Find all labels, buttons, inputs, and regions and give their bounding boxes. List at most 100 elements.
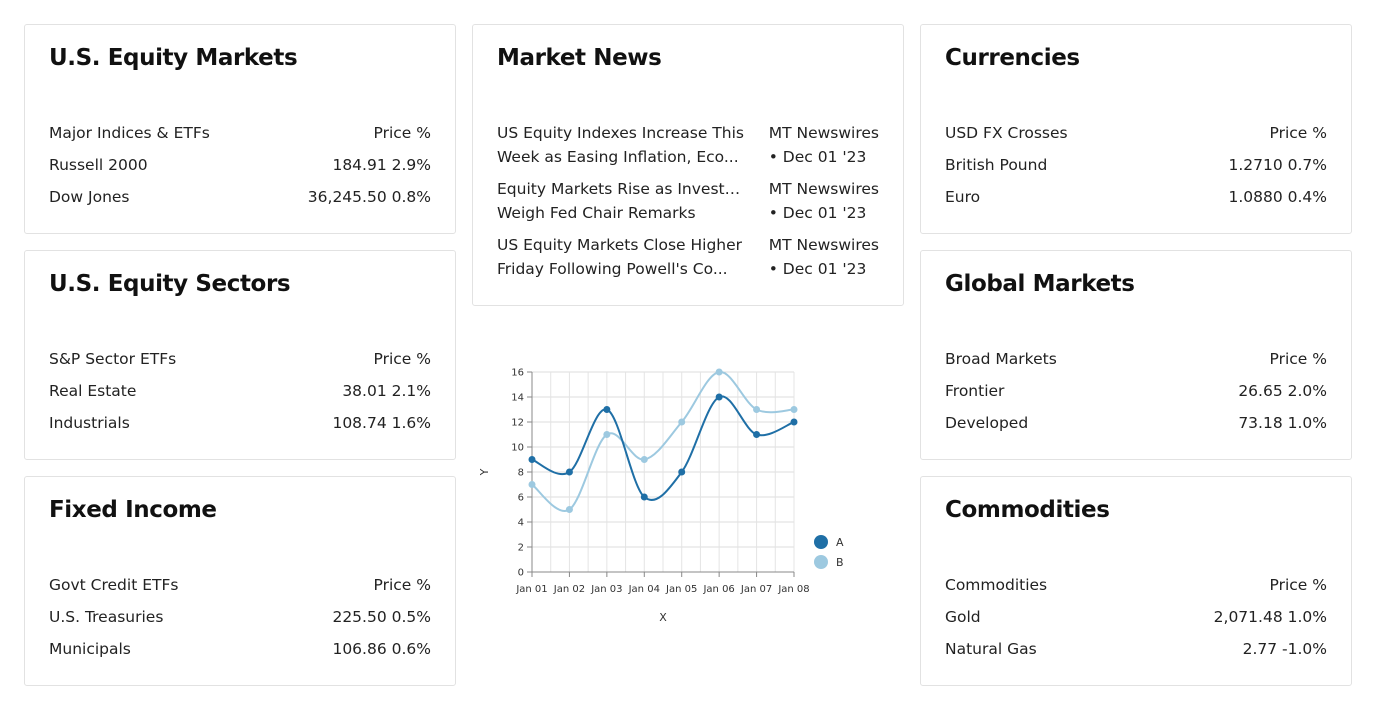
x-tick-label: Jan 04 <box>628 584 660 595</box>
quote-name: Industrials <box>49 414 130 432</box>
quote-name: Real Estate <box>49 382 137 400</box>
quote-name: Russell 2000 <box>49 156 148 174</box>
news-headline-line: Friday Following Powell's Co... <box>497 260 728 278</box>
column-header-label: Commodities <box>945 576 1048 594</box>
column-header-value: Price % <box>373 124 431 142</box>
quote-name: Municipals <box>49 640 131 658</box>
column-header-value: Price % <box>373 576 431 594</box>
news-headline[interactable]: US Equity Markets Close Higher Friday Fo… <box>497 233 747 289</box>
news-headline-line: US Equity Indexes Increase This <box>497 124 744 142</box>
quote-row[interactable]: Municipals 106.86 0.6% <box>49 637 431 669</box>
quote-name: Frontier <box>945 382 1005 400</box>
card-title: Commodities <box>945 497 1110 523</box>
series-b-point <box>603 431 611 438</box>
news-item[interactable]: US Equity Markets Close Higher Friday Fo… <box>497 233 879 289</box>
news-date: • Dec 01 '23 <box>768 204 867 222</box>
legend-swatch <box>814 535 828 549</box>
x-tick-label: Jan 01 <box>515 584 547 595</box>
quote-name: Gold <box>945 608 981 626</box>
quote-row[interactable]: Industrials 108.74 1.6% <box>49 411 431 443</box>
quote-table: S&P Sector ETFs Price % Real Estate 38.0… <box>49 347 431 443</box>
quote-value: 2.77 -1.0% <box>1242 640 1327 658</box>
column-header-label: Govt Credit ETFs <box>49 576 179 594</box>
quote-value: 1.0880 0.4% <box>1228 188 1327 206</box>
quote-row[interactable]: Euro 1.0880 0.4% <box>945 185 1327 217</box>
quote-value: 1.2710 0.7% <box>1228 156 1327 174</box>
line-chart: 0 2 4 6 8 10 12 14 16 Jan 01 Jan 02 Jan 03 Jan 04 Jan… <box>478 368 844 625</box>
quote-name: Developed <box>945 414 1029 432</box>
x-axis-title: X <box>659 611 667 624</box>
table-header: Major Indices & ETFs Price % <box>49 121 431 153</box>
card-title: Market News <box>497 45 662 71</box>
quote-table: Major Indices & ETFs Price % Russell 200… <box>49 121 431 217</box>
quote-value: 2,071.48 1.0% <box>1213 608 1327 626</box>
y-axis-title: Y <box>478 468 491 476</box>
quote-value: 184.91 2.9% <box>332 156 431 174</box>
quote-table: Broad Markets Price % Frontier 26.65 2.0… <box>945 347 1327 443</box>
quote-value: 38.01 2.1% <box>342 382 431 400</box>
news-headline[interactable]: US Equity Indexes Increase This Week as … <box>497 121 747 177</box>
x-tick-label: Jan 07 <box>740 584 772 595</box>
y-tick-label: 6 <box>518 493 524 504</box>
quote-row[interactable]: U.S. Treasuries 225.50 0.5% <box>49 605 431 637</box>
x-tick-label: Jan 06 <box>702 584 734 595</box>
quote-value: 36,245.50 0.8% <box>307 188 431 206</box>
card-title: U.S. Equity Sectors <box>49 271 291 297</box>
quote-row[interactable]: Real Estate 38.01 2.1% <box>49 379 431 411</box>
news-source: MT Newswires <box>768 236 879 254</box>
series-a-point <box>715 393 723 401</box>
quote-name: Euro <box>945 188 981 206</box>
news-item[interactable]: Equity Markets Rise as Investors Weigh F… <box>497 177 879 233</box>
table-header: Govt Credit ETFs Price % <box>49 573 431 605</box>
news-headline-line: US Equity Markets Close Higher <box>497 236 743 254</box>
x-tick-label: Jan 02 <box>553 584 585 595</box>
news-headline-line: Week as Easing Inflation, Eco... <box>497 148 739 166</box>
quote-value: 108.74 1.6% <box>332 414 431 432</box>
series-b-point <box>640 456 648 463</box>
series-b-point <box>715 368 723 376</box>
y-tick-label: 14 <box>511 393 524 404</box>
y-tick-label: 10 <box>511 443 524 454</box>
quote-value: 26.65 2.0% <box>1238 382 1327 400</box>
x-tick-label: Jan 05 <box>665 584 697 595</box>
us-equity-sectors-card: U.S. Equity Sectors S&P Sector ETFs Pric… <box>24 250 456 460</box>
series-a-point <box>790 418 798 426</box>
quote-row[interactable]: Gold 2,071.48 1.0% <box>945 605 1327 637</box>
quote-value: 73.18 1.0% <box>1238 414 1327 432</box>
y-tick-label: 0 <box>518 568 524 579</box>
series-a-point <box>528 456 536 463</box>
table-header: Commodities Price % <box>945 573 1327 605</box>
news-date: • Dec 01 '23 <box>768 260 867 278</box>
currencies-card: Currencies USD FX Crosses Price % Britis… <box>920 24 1352 234</box>
series-b-point <box>528 481 536 488</box>
legend-label: B <box>836 556 844 569</box>
y-tick-label: 16 <box>511 368 524 379</box>
news-headline-line: Weigh Fed Chair Remarks <box>497 204 696 222</box>
quote-row[interactable]: Russell 2000 184.91 2.9% <box>49 153 431 185</box>
quote-name: Natural Gas <box>945 640 1037 658</box>
table-header: S&P Sector ETFs Price % <box>49 347 431 379</box>
series-b-point <box>678 418 686 426</box>
x-tick-label: Jan 03 <box>590 584 622 595</box>
series-a-point <box>753 431 761 438</box>
news-item[interactable]: US Equity Indexes Increase This Week as … <box>497 121 879 177</box>
quote-row[interactable]: Dow Jones 36,245.50 0.8% <box>49 185 431 217</box>
quote-table: Commodities Price % Gold 2,071.48 1.0% N… <box>945 573 1327 669</box>
quote-row[interactable]: Frontier 26.65 2.0% <box>945 379 1327 411</box>
news-list: US Equity Indexes Increase This Week as … <box>497 121 879 289</box>
news-headline[interactable]: Equity Markets Rise as Investors Weigh F… <box>497 177 747 233</box>
news-source: MT Newswires <box>768 124 879 142</box>
quote-name: British Pound <box>945 156 1048 174</box>
y-tick-label: 12 <box>511 418 524 429</box>
legend-label: A <box>836 536 844 549</box>
column-header-label: S&P Sector ETFs <box>49 350 177 368</box>
market-news-card: Market News US Equity Indexes Increase T… <box>472 24 904 306</box>
quote-row[interactable]: Natural Gas 2.77 -1.0% <box>945 637 1327 669</box>
quote-row[interactable]: Developed 73.18 1.0% <box>945 411 1327 443</box>
card-title: Fixed Income <box>49 497 217 523</box>
table-header: Broad Markets Price % <box>945 347 1327 379</box>
series-a-point <box>565 468 573 476</box>
y-tick-label: 2 <box>518 543 524 554</box>
y-tick-label: 8 <box>518 468 524 479</box>
quote-row[interactable]: British Pound 1.2710 0.7% <box>945 153 1327 185</box>
